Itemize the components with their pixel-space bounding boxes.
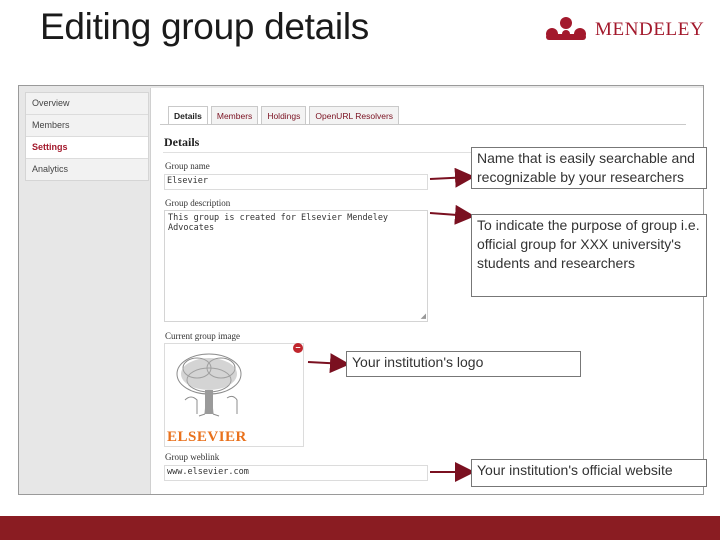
arrow-name xyxy=(429,167,475,188)
footer-bar xyxy=(0,516,720,540)
callout-logo: Your institution's logo xyxy=(346,351,581,377)
callout-website: Your institution's official website xyxy=(471,459,707,487)
arrow-description xyxy=(429,204,475,225)
callout-name: Name that is easily searchable and recog… xyxy=(471,147,707,189)
callout-description: To indicate the purpose of group i.e. of… xyxy=(471,214,707,297)
arrow-logo xyxy=(307,353,350,374)
